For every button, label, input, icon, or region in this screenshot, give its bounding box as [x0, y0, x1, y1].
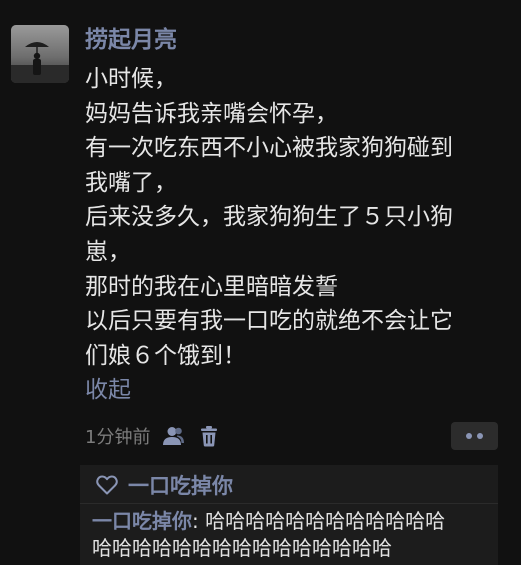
likes-row: 一口吃掉你 — [94, 469, 233, 501]
post-line: 崽， — [85, 238, 131, 265]
post-line: 后来没多久，我家狗狗生了５只小狗 — [85, 204, 453, 231]
avatar[interactable] — [11, 25, 69, 83]
comment-line: 哈哈哈哈哈哈哈哈哈哈哈哈哈哈哈 — [92, 536, 392, 560]
comment-text: 哈哈哈哈哈哈哈哈哈哈哈哈 — [205, 509, 446, 533]
post-meta: 1分钟前 — [85, 421, 222, 451]
user-icon[interactable] — [160, 423, 186, 449]
interaction-panel: 一口吃掉你 一口吃掉你: 哈哈哈哈哈哈哈哈哈哈哈哈 哈哈哈哈哈哈哈哈哈哈哈哈哈哈… — [80, 465, 498, 565]
post-line: 们娘６个饿到！ — [85, 342, 246, 369]
more-dot — [466, 433, 472, 439]
comment-user[interactable]: 一口吃掉你 — [92, 509, 192, 533]
post-line: 妈妈告诉我亲嘴会怀孕， — [85, 100, 338, 127]
author-name[interactable]: 捞起月亮 — [85, 24, 177, 56]
heart-icon — [94, 472, 120, 498]
comment-line: 一口吃掉你: 哈哈哈哈哈哈哈哈哈哈哈哈 — [92, 508, 492, 535]
more-dots-icon[interactable] — [451, 422, 498, 450]
post-line: 那时的我在心里暗暗发誓 — [85, 273, 338, 300]
liker-name[interactable]: 一口吃掉你 — [128, 470, 233, 500]
divider — [80, 503, 498, 504]
collapse-link[interactable]: 收起 — [85, 374, 131, 406]
post-line: 以后只要有我一口吃的就绝不会让它 — [85, 308, 453, 335]
comment-separator: : — [192, 509, 206, 533]
post-content: 小时候， 妈妈告诉我亲嘴会怀孕， 有一次吃东西不小心被我家狗狗碰到 我嘴了， 后… — [85, 62, 500, 373]
post-line: 小时候， — [85, 66, 177, 92]
avatar-photo — [11, 25, 69, 83]
post-time: 1分钟前 — [85, 427, 151, 448]
trash-icon[interactable] — [196, 423, 222, 449]
more-dot — [477, 433, 483, 439]
post-line: 我嘴了， — [85, 169, 177, 196]
post-line: 有一次吃东西不小心被我家狗狗碰到 — [85, 135, 453, 162]
comment-item[interactable]: 一口吃掉你: 哈哈哈哈哈哈哈哈哈哈哈哈 哈哈哈哈哈哈哈哈哈哈哈哈哈哈哈 — [92, 508, 492, 562]
